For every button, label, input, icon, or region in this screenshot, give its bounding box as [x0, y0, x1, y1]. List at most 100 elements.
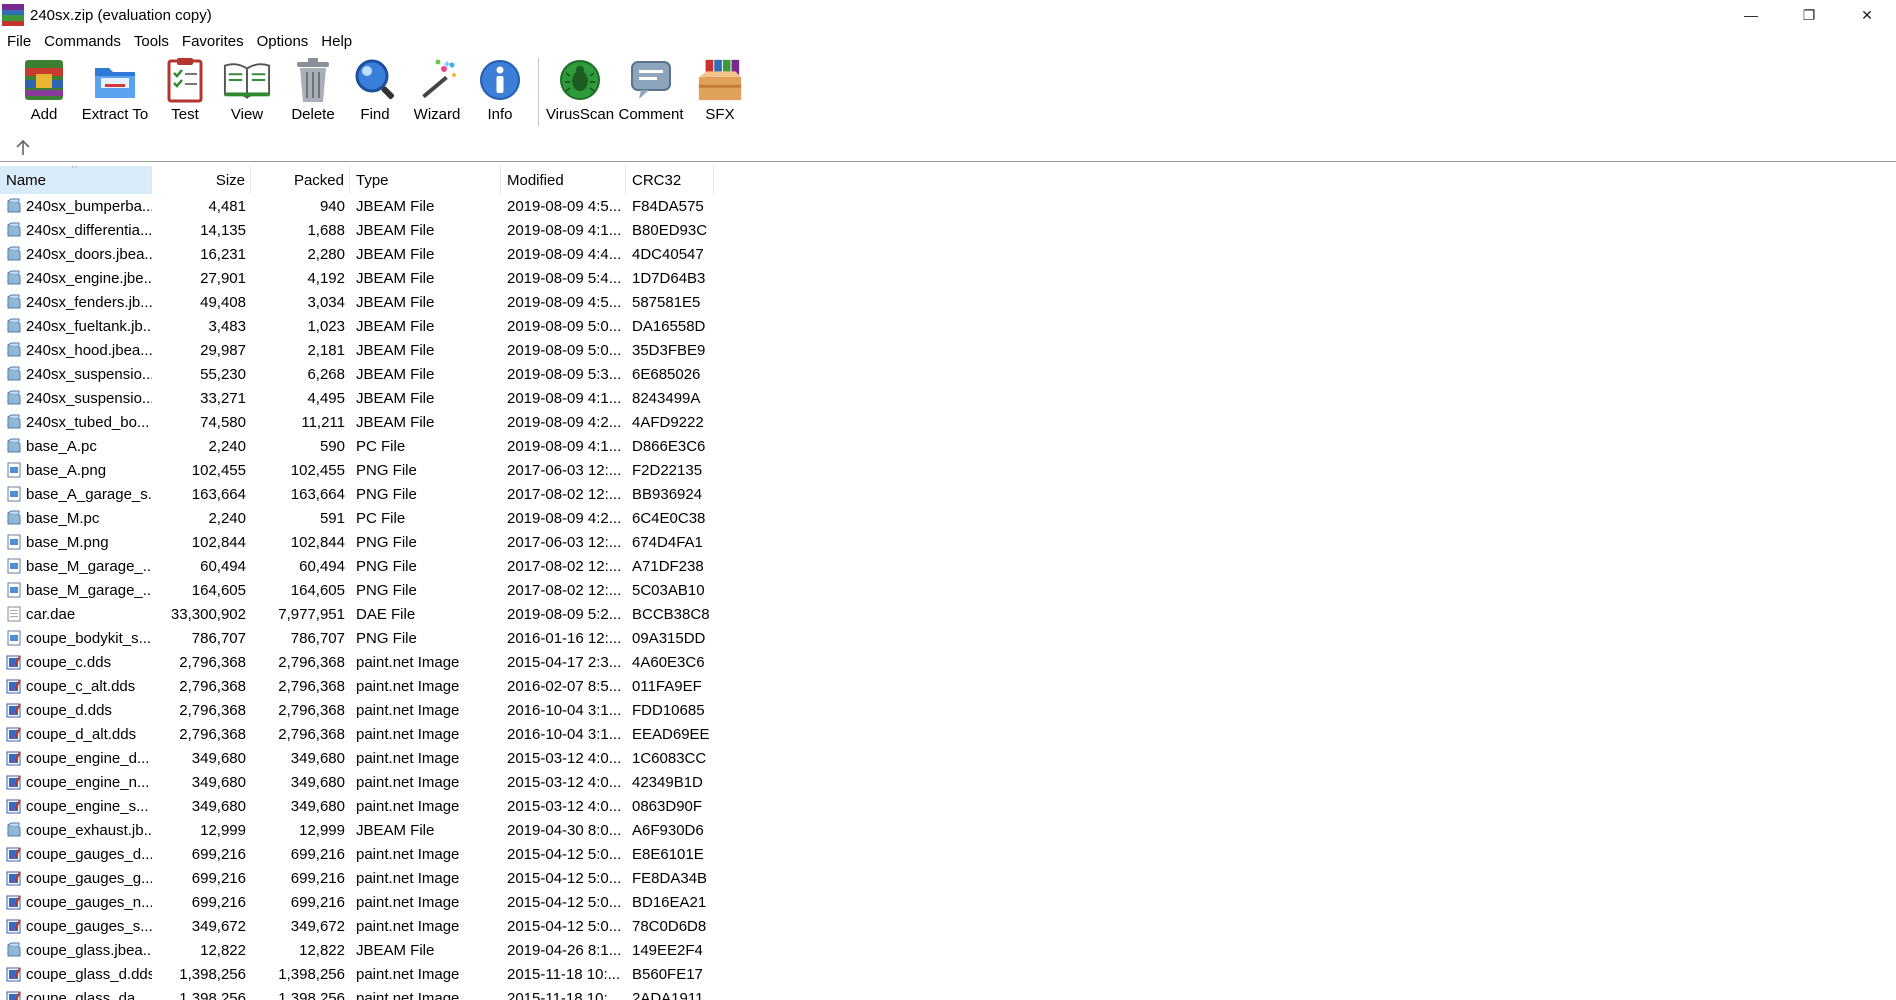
- file-name-cell[interactable]: 240sx_doors.jbea...: [0, 242, 152, 266]
- column-header-modified[interactable]: Modified: [501, 166, 626, 194]
- file-row[interactable]: coupe_engine_n... 349,680 349,680 paint.net…: [0, 770, 1896, 794]
- file-name-cell[interactable]: coupe_engine_n...: [0, 770, 152, 794]
- paint-file-icon: [6, 726, 22, 742]
- up-one-level-button[interactable]: [8, 135, 38, 161]
- file-row[interactable]: 240sx_tubed_bo... 74,580 11,211 JBEAM File 2…: [0, 410, 1896, 434]
- file-row[interactable]: base_A.pc 2,240 590 PC File 2019-08-09 4:1..…: [0, 434, 1896, 458]
- file-name-cell[interactable]: 240sx_fueltank.jb...: [0, 314, 152, 338]
- file-name-cell[interactable]: 240sx_hood.jbea...: [0, 338, 152, 362]
- menu-options[interactable]: Options: [250, 33, 315, 50]
- column-header-name[interactable]: ^ Name: [0, 166, 152, 194]
- info-button[interactable]: Info: [470, 56, 530, 128]
- column-header-packed[interactable]: Packed: [251, 166, 350, 194]
- file-row[interactable]: car.dae 33,300,902 7,977,951 DAE File 2019-0…: [0, 602, 1896, 626]
- file-name-cell[interactable]: coupe_gauges_g...: [0, 866, 152, 890]
- extract-to-button[interactable]: Extract To: [74, 56, 156, 128]
- file-row[interactable]: coupe_c.dds 2,796,368 2,796,368 paint.net I…: [0, 650, 1896, 674]
- file-modified: 2016-10-04 3:1...: [507, 725, 622, 743]
- file-row[interactable]: 240sx_suspensio... 55,230 6,268 JBEAM File 2…: [0, 362, 1896, 386]
- file-name-cell[interactable]: 240sx_bumperba...: [0, 194, 152, 218]
- file-row[interactable]: coupe_glass_d.dds 1,398,256 1,398,256 paint…: [0, 962, 1896, 986]
- file-name-cell[interactable]: base_M_garage_...: [0, 578, 152, 602]
- file-row[interactable]: coupe_d.dds 2,796,368 2,796,368 paint.net I…: [0, 698, 1896, 722]
- file-row[interactable]: coupe_c_alt.dds 2,796,368 2,796,368 paint.n…: [0, 674, 1896, 698]
- file-row[interactable]: coupe_gauges_g... 699,216 699,216 paint.net…: [0, 866, 1896, 890]
- file-row[interactable]: base_A_garage_s... 163,664 163,664 PNG File…: [0, 482, 1896, 506]
- menu-commands[interactable]: Commands: [37, 33, 127, 50]
- file-name-cell[interactable]: coupe_engine_s...: [0, 794, 152, 818]
- file-row[interactable]: 240sx_bumperba... 4,481 940 JBEAM File 2019-…: [0, 194, 1896, 218]
- file-row[interactable]: coupe_gauges_s... 349,672 349,672 paint.net…: [0, 914, 1896, 938]
- file-name-cell[interactable]: coupe_bodykit_s...: [0, 626, 152, 650]
- file-name-cell[interactable]: base_M.png: [0, 530, 152, 554]
- file-name: 240sx_suspensio...: [26, 365, 152, 383]
- file-name-cell[interactable]: coupe_gauges_d...: [0, 842, 152, 866]
- file-name-cell[interactable]: 240sx_suspensio...: [0, 362, 152, 386]
- file-row[interactable]: coupe_exhaust.jb... 12,999 12,999 JBEAM Fil…: [0, 818, 1896, 842]
- sfx-button[interactable]: SFX: [689, 56, 751, 128]
- file-name-cell[interactable]: coupe_d.dds: [0, 698, 152, 722]
- restore-button[interactable]: ❐: [1780, 0, 1838, 30]
- file-name-cell[interactable]: base_M.pc: [0, 506, 152, 530]
- file-name-cell[interactable]: 240sx_fenders.jb...: [0, 290, 152, 314]
- find-button[interactable]: Find: [346, 56, 404, 128]
- file-row[interactable]: coupe_gauges_d... 699,216 699,216 paint.net…: [0, 842, 1896, 866]
- file-row[interactable]: 240sx_fenders.jb... 49,408 3,034 JBEAM File…: [0, 290, 1896, 314]
- file-name-cell[interactable]: 240sx_differentia...: [0, 218, 152, 242]
- virus-scan-button[interactable]: VirusScan: [546, 56, 614, 128]
- file-row[interactable]: 240sx_suspensio... 33,271 4,495 JBEAM File 2…: [0, 386, 1896, 410]
- add-button[interactable]: Add: [14, 56, 74, 128]
- menu-favorites[interactable]: Favorites: [175, 33, 250, 50]
- file-row[interactable]: coupe_bodykit_s... 786,707 786,707 PNG File…: [0, 626, 1896, 650]
- file-name-cell[interactable]: coupe_glass_da...: [0, 986, 152, 1000]
- file-row[interactable]: coupe_d_alt.dds 2,796,368 2,796,368 paint.n…: [0, 722, 1896, 746]
- file-row[interactable]: 240sx_doors.jbea... 16,231 2,280 JBEAM File…: [0, 242, 1896, 266]
- file-name-cell[interactable]: coupe_gauges_s...: [0, 914, 152, 938]
- delete-button[interactable]: Delete: [280, 56, 346, 128]
- winrar-app-icon[interactable]: [2, 4, 24, 26]
- file-name-cell[interactable]: 240sx_suspensio...: [0, 386, 152, 410]
- file-name-cell[interactable]: coupe_c_alt.dds: [0, 674, 152, 698]
- file-size: 164,605: [191, 581, 246, 599]
- close-button[interactable]: ✕: [1838, 0, 1896, 30]
- file-name-cell[interactable]: coupe_glass.jbea...: [0, 938, 152, 962]
- file-row[interactable]: 240sx_differentia... 14,135 1,688 JBEAM Fil…: [0, 218, 1896, 242]
- file-row[interactable]: coupe_engine_s... 349,680 349,680 paint.net…: [0, 794, 1896, 818]
- file-row[interactable]: base_M_garage_... 60,494 60,494 PNG File 201…: [0, 554, 1896, 578]
- file-name-cell[interactable]: coupe_c.dds: [0, 650, 152, 674]
- file-row[interactable]: base_M_garage_... 164,605 164,605 PNG File 2…: [0, 578, 1896, 602]
- file-name-cell[interactable]: base_A.pc: [0, 434, 152, 458]
- file-row[interactable]: coupe_glass.jbea... 12,822 12,822 JBEAM Fil…: [0, 938, 1896, 962]
- comment-button[interactable]: Comment: [613, 56, 689, 128]
- wizard-button[interactable]: Wizard: [404, 56, 470, 128]
- file-name-cell[interactable]: coupe_glass_d.dds: [0, 962, 152, 986]
- file-row[interactable]: coupe_glass_da... 1,398,256 1,398,256 paint…: [0, 986, 1896, 1000]
- file-row[interactable]: 240sx_engine.jbe... 27,901 4,192 JBEAM File…: [0, 266, 1896, 290]
- column-header-size[interactable]: Size: [152, 166, 251, 194]
- file-name-cell[interactable]: coupe_gauges_n...: [0, 890, 152, 914]
- file-name-cell[interactable]: base_A.png: [0, 458, 152, 482]
- menu-file[interactable]: File: [0, 33, 37, 50]
- file-row[interactable]: 240sx_fueltank.jb... 3,483 1,023 JBEAM File…: [0, 314, 1896, 338]
- file-name-cell[interactable]: coupe_engine_d...: [0, 746, 152, 770]
- menu-tools[interactable]: Tools: [127, 33, 175, 50]
- file-row[interactable]: base_A.png 102,455 102,455 PNG File 2017-06-…: [0, 458, 1896, 482]
- file-name-cell[interactable]: base_A_garage_s...: [0, 482, 152, 506]
- file-row[interactable]: coupe_gauges_n... 699,216 699,216 paint.net…: [0, 890, 1896, 914]
- file-row[interactable]: 240sx_hood.jbea... 29,987 2,181 JBEAM File 2…: [0, 338, 1896, 362]
- test-button[interactable]: Test: [156, 56, 214, 128]
- file-name-cell[interactable]: car.dae: [0, 602, 152, 626]
- file-row[interactable]: coupe_engine_d... 349,680 349,680 paint.net…: [0, 746, 1896, 770]
- file-row[interactable]: base_M.png 102,844 102,844 PNG File 2017-06-…: [0, 530, 1896, 554]
- file-row[interactable]: base_M.pc 2,240 591 PC File 2019-08-09 4:2..…: [0, 506, 1896, 530]
- file-name-cell[interactable]: base_M_garage_...: [0, 554, 152, 578]
- menu-help[interactable]: Help: [314, 33, 358, 50]
- view-button[interactable]: View: [214, 56, 280, 128]
- column-header-crc32[interactable]: CRC32: [626, 166, 714, 194]
- column-header-type[interactable]: Type: [350, 166, 501, 194]
- file-name-cell[interactable]: coupe_d_alt.dds: [0, 722, 152, 746]
- minimize-button[interactable]: —: [1722, 0, 1780, 30]
- file-name-cell[interactable]: 240sx_engine.jbe...: [0, 266, 152, 290]
- file-name-cell[interactable]: coupe_exhaust.jb...: [0, 818, 152, 842]
- file-name-cell[interactable]: 240sx_tubed_bo...: [0, 410, 152, 434]
